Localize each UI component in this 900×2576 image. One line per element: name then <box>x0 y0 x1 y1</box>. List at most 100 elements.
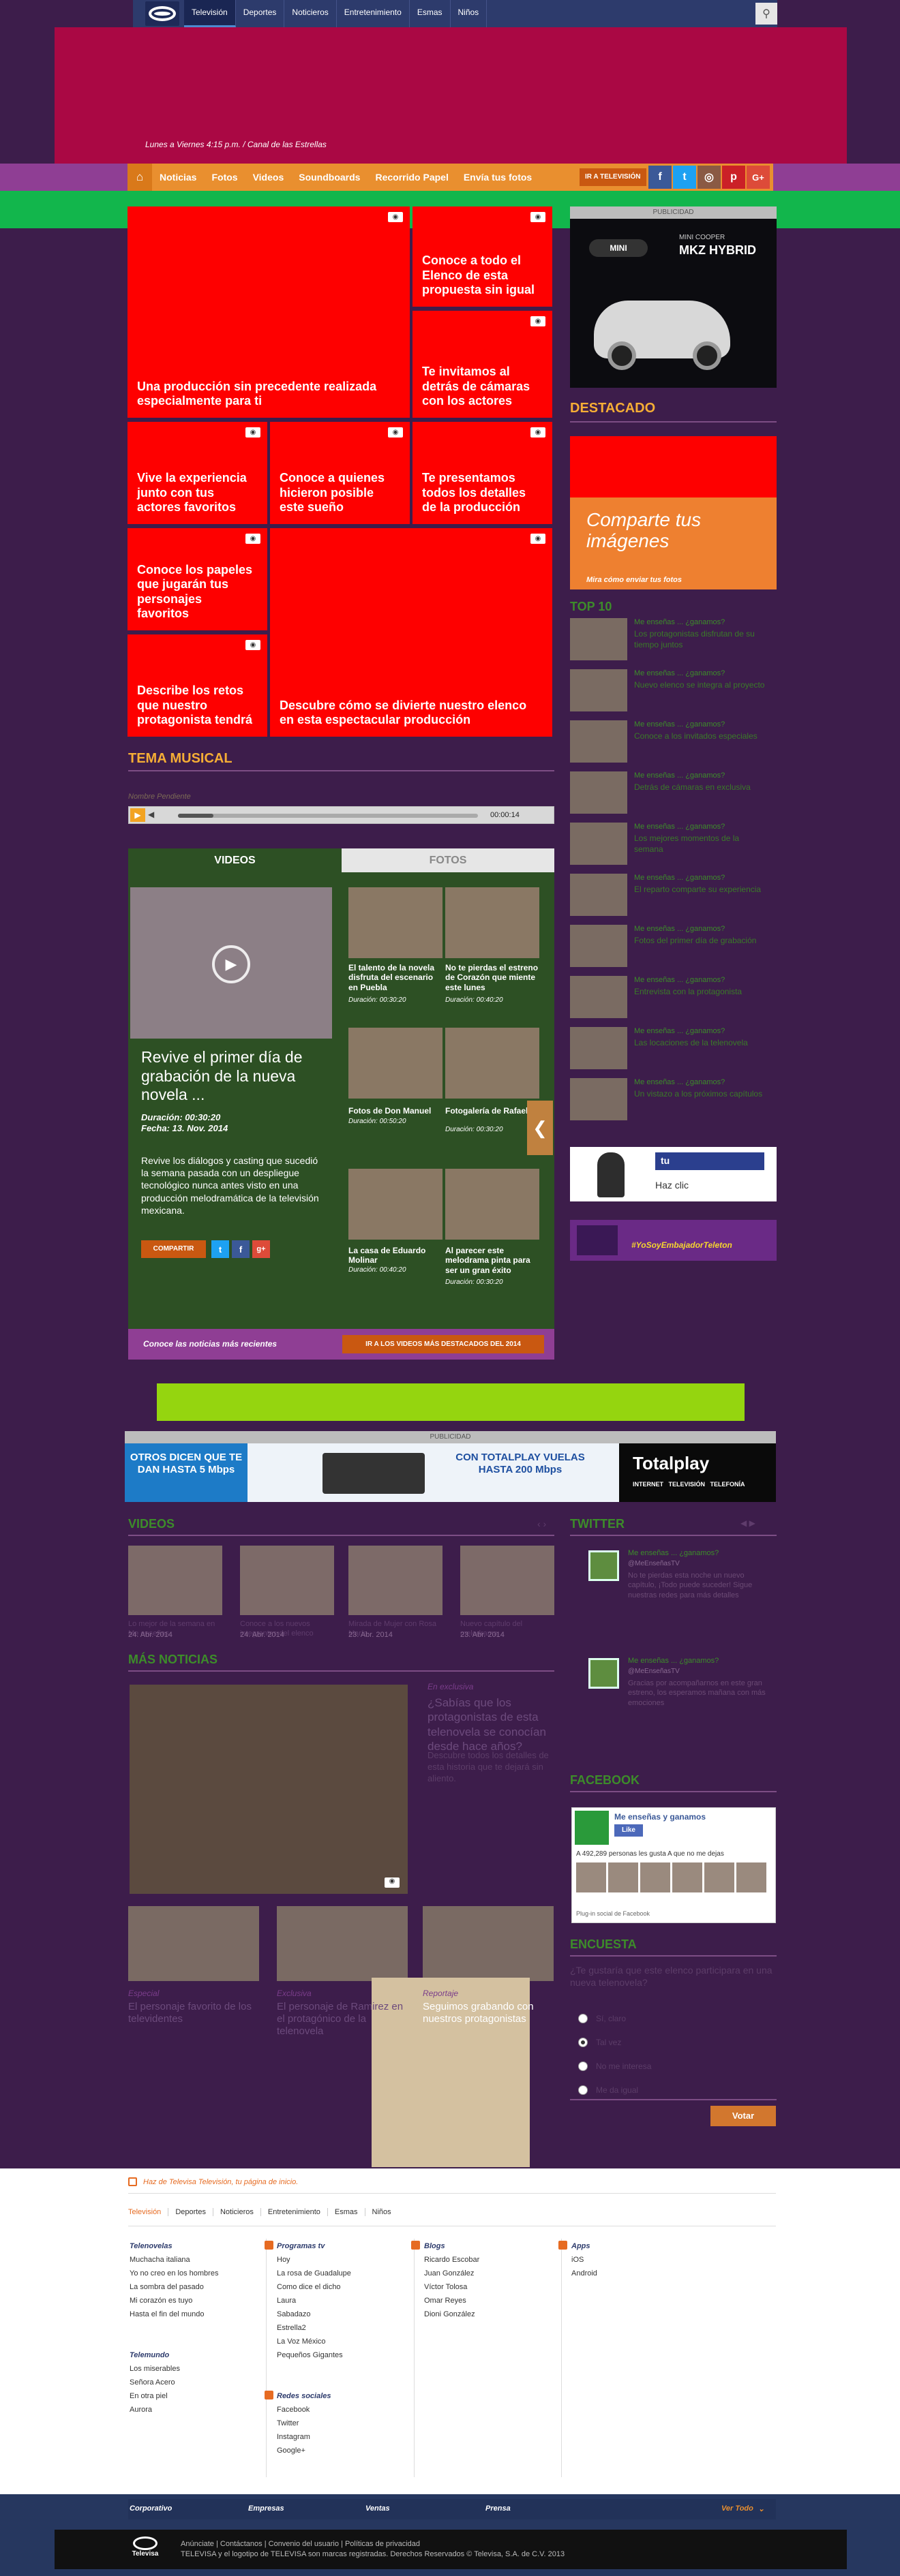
footer-link[interactable]: Android <box>571 2267 597 2280</box>
google-plus-icon[interactable]: g+ <box>252 1240 270 1258</box>
footer-link[interactable]: Omar Reyes <box>424 2294 479 2307</box>
news-title[interactable]: Seguimos grabando con nuestros protagoni… <box>423 2001 559 2025</box>
video-thumbnail[interactable] <box>348 1546 442 1615</box>
top-nav-item[interactable]: Televisión <box>184 0 236 27</box>
tab-fotos[interactable]: FOTOS <box>342 848 554 872</box>
google-plus-icon[interactable]: G+ <box>747 166 770 189</box>
ir-a-television-button[interactable]: IR A TELEVISIÓN <box>580 168 646 186</box>
top10-item[interactable]: Me enseñas ... ¿ganamos? Detrás de cámara… <box>570 770 777 816</box>
chevron-left-icon[interactable]: ❮ <box>527 1101 553 1155</box>
corp-link[interactable]: Prensa <box>485 2504 511 2513</box>
homepage-link[interactable]: Haz de Televisa Televisión, tu página de… <box>143 2178 298 2186</box>
votar-button[interactable]: Votar <box>710 2106 776 2126</box>
video-thumbnail[interactable] <box>348 887 442 958</box>
destacados-button[interactable]: IR A LOS VIDEOS MÁS DESTACADOS DEL 2014 <box>342 1335 544 1353</box>
top10-thumbnail[interactable] <box>570 976 627 1018</box>
mosaic-tile[interactable]: ◉ Te invitamos al detrás de cámaras con l… <box>412 311 552 418</box>
top10-thumbnail[interactable] <box>570 669 627 711</box>
mosaic-tile[interactable]: ◉ Descubre cómo se divierte nuestro elenc… <box>270 528 552 737</box>
footer-link[interactable]: Hoy <box>277 2253 351 2267</box>
video-title[interactable]: La casa de Eduardo Molinar <box>348 1246 442 1266</box>
mosaic-tile[interactable]: ◉ Te presentamos todos los detalles de la… <box>412 422 552 524</box>
footer-link[interactable]: Los miserables <box>130 2362 180 2376</box>
footer-link[interactable]: Dioni González <box>424 2307 479 2321</box>
video-title[interactable]: Fotogalería de Rafaela <box>445 1106 539 1116</box>
poll-option[interactable]: No me interesa <box>596 2061 651 2071</box>
top10-item[interactable]: Me enseñas ... ¿ganamos? Fotos del primer… <box>570 923 777 970</box>
news-thumbnail[interactable] <box>423 1906 554 1981</box>
top10-item[interactable]: Me enseñas ... ¿ganamos? El reparto compa… <box>570 872 777 919</box>
top-nav-item[interactable]: Entretenimiento <box>337 0 410 27</box>
totalplay-ad[interactable]: OTROS DICEN QUE TE DAN HASTA 5 Mbps CON … <box>125 1443 776 1502</box>
news-thumbnail[interactable] <box>277 1906 408 1981</box>
video-thumbnail[interactable] <box>445 1169 539 1240</box>
footer-link[interactable]: iOS <box>571 2253 597 2267</box>
news-title[interactable]: El personaje de Ramirez en el protagónic… <box>277 2001 413 2038</box>
fb-page-name[interactable]: Me enseñas y ganamos <box>614 1812 706 1822</box>
ver-todo-link[interactable]: Ver Todo <box>721 2504 753 2513</box>
mosaic-tile[interactable]: ◉ Vive la experiencia junto con tus actor… <box>127 422 267 524</box>
top10-title[interactable]: Entrevista con la protagonista <box>634 987 770 998</box>
top10-thumbnail[interactable] <box>570 771 627 814</box>
poll-option[interactable]: Tal vez <box>596 2038 621 2047</box>
search-icon[interactable]: ⚲ <box>755 3 777 25</box>
comparte-imagenes-banner[interactable]: Comparte tus imágenes Mira cómo enviar t… <box>570 497 777 589</box>
nav-recorrido[interactable]: Recorrido Papel <box>368 164 455 191</box>
top10-thumbnail[interactable] <box>570 720 627 763</box>
news-title[interactable]: El personaje favorito de los televidente… <box>128 2001 265 2025</box>
footer-link[interactable]: Juan González <box>424 2267 479 2280</box>
footer-link[interactable]: Yo no creo en los hombres <box>130 2267 218 2280</box>
news-thumbnail[interactable] <box>128 1906 259 1981</box>
top10-item[interactable]: Me enseñas ... ¿ganamos? Los mejores mome… <box>570 821 777 868</box>
instagram-icon[interactable]: ◎ <box>698 166 721 189</box>
footer-link[interactable]: Como dice el dicho <box>277 2280 351 2294</box>
footer-nav-item[interactable]: Noticieros <box>213 2208 261 2216</box>
destacado-image[interactable] <box>570 436 777 497</box>
corp-link[interactable]: Ventas <box>365 2504 390 2513</box>
top10-thumbnail[interactable] <box>570 1078 627 1120</box>
video-thumbnail[interactable] <box>348 1169 442 1240</box>
top-nav-item[interactable]: Esmas <box>410 0 451 27</box>
top10-title[interactable]: Detrás de cámaras en exclusiva <box>634 782 770 793</box>
poll-radio[interactable] <box>578 2061 588 2071</box>
teleton-ad[interactable]: #YoSoyEmbajadorTeleton <box>570 1220 777 1261</box>
twitter-nav-arrows[interactable]: ◀ ▶ <box>740 1518 755 1528</box>
televisa-logo[interactable]: Televisa <box>130 2536 161 2562</box>
facebook-icon[interactable]: f <box>232 1240 250 1258</box>
mosaic-tile[interactable]: ◉ Conoce los papeles que jugarán tus pers… <box>127 528 267 630</box>
footer-link[interactable]: Señora Acero <box>130 2376 180 2389</box>
top10-title[interactable]: Las locaciones de la telenovela <box>634 1038 770 1049</box>
nav-envia-fotos[interactable]: Envía tus fotos <box>456 164 539 191</box>
footer-link[interactable]: Pequeños Gigantes <box>277 2348 351 2362</box>
news-headline[interactable]: ¿Sabías que los protagonistas de esta te… <box>427 1696 557 1753</box>
nav-videos[interactable]: Videos <box>245 164 292 191</box>
play-icon[interactable]: ▶ <box>212 945 250 983</box>
top10-thumbnail[interactable] <box>570 874 627 916</box>
footer-link[interactable]: Estrella2 <box>277 2321 351 2335</box>
footer-link[interactable]: Víctor Tolosa <box>424 2280 479 2294</box>
twitter-icon[interactable]: t <box>673 166 696 189</box>
top10-item[interactable]: Me enseñas ... ¿ganamos? Entrevista con l… <box>570 975 777 1021</box>
mosaic-tile[interactable]: ◉ Conoce a todo el Elenco de esta propues… <box>412 206 552 307</box>
footer-nav-item[interactable]: Esmas <box>328 2208 365 2216</box>
legal-links[interactable]: Anúnciate | Contáctanos | Convenio del u… <box>181 2539 565 2549</box>
video-thumbnail[interactable] <box>445 1028 539 1099</box>
like-button[interactable]: Like <box>614 1824 643 1837</box>
top10-thumbnail[interactable] <box>570 1027 627 1069</box>
video-title[interactable]: Al parecer este melodrama pinta para ser… <box>445 1246 539 1275</box>
home-icon[interactable]: ⌂ <box>127 164 152 191</box>
top10-thumbnail[interactable] <box>570 823 627 865</box>
top10-title[interactable]: Conoce a los invitados especiales <box>634 731 770 742</box>
tab-videos[interactable]: VIDEOS <box>128 848 342 872</box>
footer-note[interactable]: Conoce las noticias más recientes <box>143 1339 277 1349</box>
poll-option[interactable]: Sí, claro <box>596 2014 626 2023</box>
top10-item[interactable]: Me enseñas ... ¿ganamos? Conoce a los inv… <box>570 719 777 765</box>
video-title[interactable]: El talento de la novela disfruta del esc… <box>348 963 442 992</box>
corp-link[interactable]: Corporativo <box>130 2504 172 2513</box>
nav-noticias[interactable]: Noticias <box>152 164 204 191</box>
top10-item[interactable]: Me enseñas ... ¿ganamos? Los protagonista… <box>570 617 777 663</box>
televisa-logo[interactable] <box>145 1 179 26</box>
top10-title[interactable]: Un vistazo a los próximos capítulos <box>634 1089 770 1100</box>
compartir-button[interactable]: COMPARTIR <box>141 1240 206 1258</box>
footer-link[interactable]: Ricardo Escobar <box>424 2253 479 2267</box>
